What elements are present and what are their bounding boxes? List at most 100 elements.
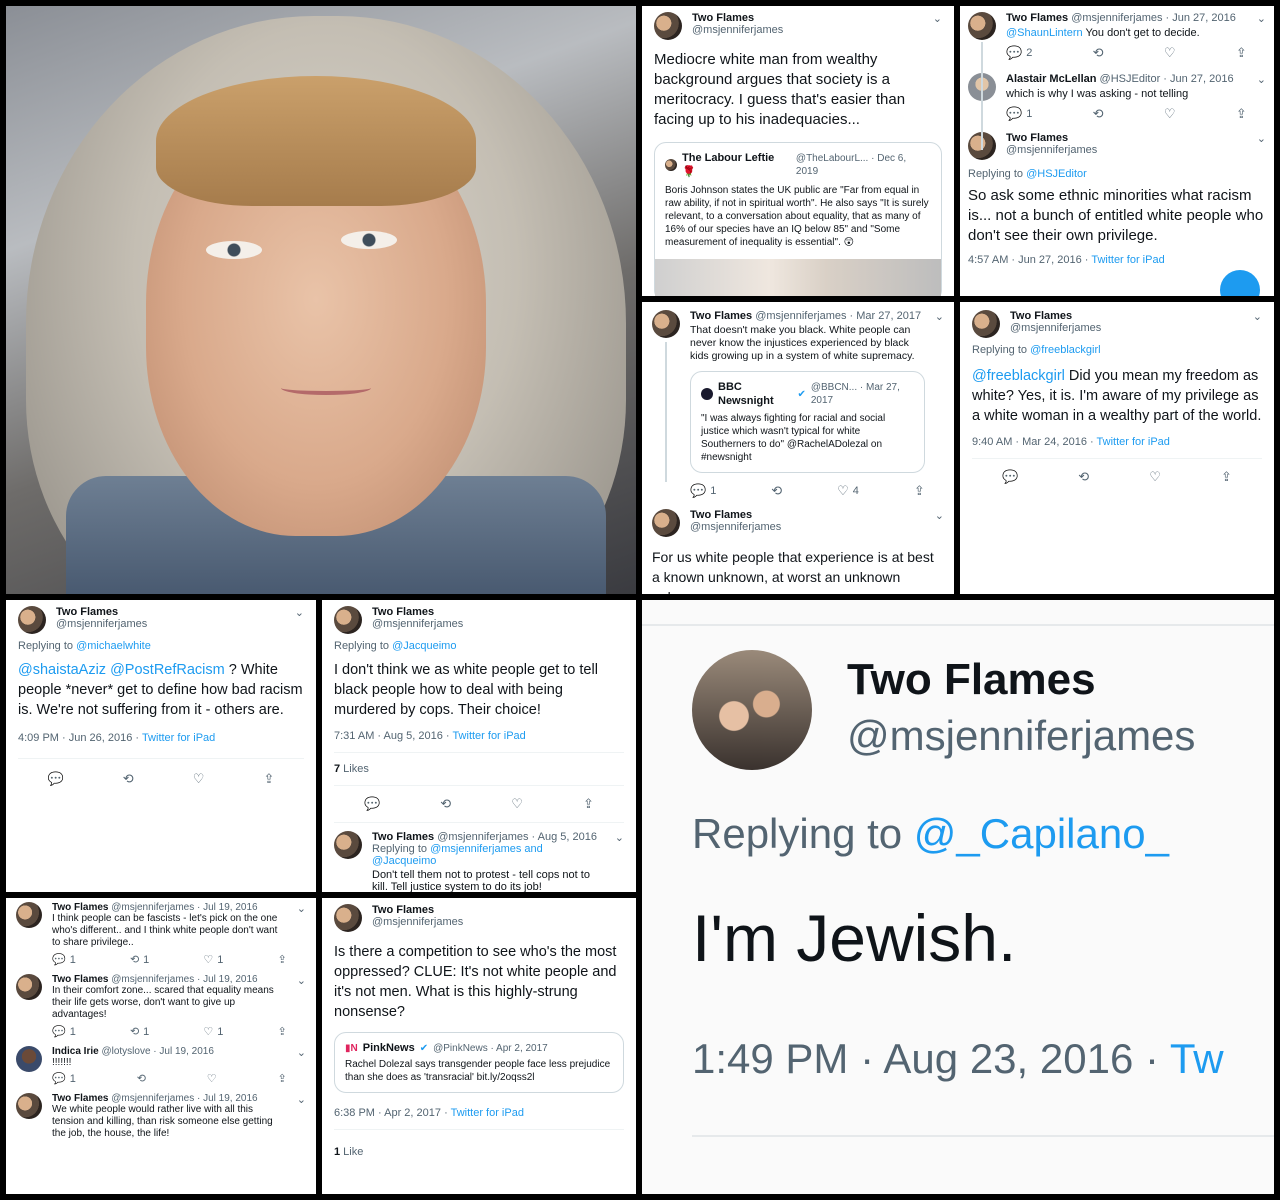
chevron-down-icon[interactable]: ⌄ — [295, 606, 304, 619]
retweet-icon[interactable]: ⟲ — [123, 771, 134, 787]
chevron-down-icon[interactable]: ⌄ — [933, 12, 942, 25]
retweet-icon[interactable]: ⟲ — [1093, 106, 1104, 122]
reply-icon[interactable]: 💬 1 — [52, 1025, 76, 1039]
handle[interactable]: @msjenniferjames — [847, 712, 1195, 760]
avatar[interactable] — [18, 606, 46, 634]
chevron-down-icon[interactable]: ⌄ — [1253, 310, 1262, 323]
like-icon[interactable]: ♡ — [1164, 45, 1176, 61]
likes-summary[interactable]: 7 Likes — [334, 763, 624, 775]
display-name[interactable]: Two Flames — [692, 12, 923, 24]
share-icon[interactable]: ⇪ — [264, 771, 275, 787]
like-icon[interactable]: ♡ — [1149, 469, 1161, 485]
chevron-down-icon[interactable]: ⌄ — [1257, 132, 1266, 145]
avatar[interactable] — [972, 310, 1000, 338]
tweet-source-link[interactable]: Twitter for iPad — [1091, 254, 1164, 266]
reply-icon[interactable]: 💬 2 — [1006, 45, 1032, 61]
like-icon[interactable]: ♡ — [511, 796, 523, 812]
avatar[interactable] — [654, 12, 682, 40]
retweet-icon[interactable]: ⟲ 1 — [130, 1025, 149, 1039]
chevron-down-icon[interactable]: ⌄ — [297, 902, 306, 915]
chevron-down-icon[interactable]: ⌄ — [935, 509, 944, 522]
chevron-down-icon[interactable]: ⌄ — [297, 974, 306, 987]
display-name[interactable]: Two Flames — [1006, 132, 1247, 144]
compose-fab-button[interactable] — [1220, 270, 1260, 296]
display-name[interactable]: Two Flames — [52, 974, 109, 985]
replying-to-link[interactable]: @michaelwhite — [76, 640, 151, 652]
avatar[interactable] — [16, 902, 42, 928]
avatar[interactable] — [652, 310, 680, 338]
mention-link[interactable]: @freeblackgirl — [972, 368, 1065, 384]
avatar[interactable] — [16, 974, 42, 1000]
reply-icon[interactable]: 💬 1 — [52, 1072, 76, 1086]
likes-summary[interactable]: 1 Like — [334, 1146, 624, 1158]
share-icon[interactable]: ⇪ — [278, 1025, 287, 1038]
handle[interactable]: @msjenniferjames — [1006, 144, 1247, 156]
handle[interactable]: @msjenniferjames — [372, 618, 624, 630]
like-icon[interactable]: ♡ — [207, 1072, 217, 1085]
avatar[interactable] — [16, 1046, 42, 1072]
avatar[interactable] — [16, 1093, 42, 1119]
like-icon[interactable]: ♡ 1 — [203, 953, 223, 967]
reply-icon[interactable]: 💬 1 — [690, 483, 716, 499]
display-name[interactable]: Two Flames — [52, 902, 109, 913]
handle[interactable]: @msjenniferjames — [692, 24, 923, 36]
like-icon[interactable]: ♡ — [1164, 106, 1176, 122]
like-icon[interactable]: ♡ — [193, 771, 205, 787]
reply-icon[interactable]: 💬 1 — [1006, 106, 1032, 122]
quoted-tweet[interactable]: ▮N PinkNews ✔ @PinkNews · Apr 2, 2017 Ra… — [334, 1032, 624, 1094]
replying-to-link[interactable]: @Jacqueimo — [392, 640, 456, 652]
replying-to-link[interactable]: @freeblackgirl — [1030, 344, 1100, 356]
retweet-icon[interactable]: ⟲ — [1093, 45, 1104, 61]
avatar[interactable] — [334, 831, 362, 859]
retweet-icon[interactable]: ⟲ — [440, 796, 451, 812]
share-icon[interactable]: ⇪ — [914, 483, 925, 499]
tweet-source-link[interactable]: Twitter for iPad — [1097, 436, 1170, 448]
chevron-down-icon[interactable]: ⌄ — [297, 1046, 306, 1059]
display-name[interactable]: Two Flames — [56, 606, 285, 618]
mention-link[interactable]: @ShaunLintern — [1006, 27, 1083, 39]
chevron-down-icon[interactable]: ⌄ — [1257, 12, 1266, 25]
display-name[interactable]: Two Flames — [372, 904, 624, 916]
quoted-tweet[interactable]: The Labour Leftie 🌹 @TheLabourL... · Dec… — [654, 142, 942, 296]
display-name[interactable]: Two Flames — [690, 509, 925, 521]
tweet-source-link[interactable]: Twitter for iPad — [452, 730, 525, 742]
display-name[interactable]: Indica Irie — [52, 1046, 99, 1057]
share-icon[interactable]: ⇪ — [1236, 45, 1247, 61]
reply-icon[interactable]: 💬 — [1002, 469, 1018, 485]
share-icon[interactable]: ⇪ — [278, 1072, 287, 1085]
avatar[interactable] — [968, 12, 996, 40]
handle[interactable]: @msjenniferjames — [690, 521, 925, 533]
reply-icon[interactable]: 💬 — [48, 771, 64, 787]
chevron-down-icon[interactable]: ⌄ — [1257, 73, 1266, 86]
quoted-tweet[interactable]: BBC Newsnight ✔ @BBCN... · Mar 27, 2017 … — [690, 371, 925, 473]
share-icon[interactable]: ⇪ — [278, 953, 287, 966]
reply-icon[interactable]: 💬 1 — [52, 953, 76, 967]
chevron-down-icon[interactable]: ⌄ — [297, 1093, 306, 1106]
chevron-down-icon[interactable]: ⌄ — [615, 831, 624, 844]
avatar[interactable] — [334, 606, 362, 634]
display-name[interactable]: Alastair McLellan — [1006, 73, 1096, 85]
tweet-source-link[interactable]: Twitter for iPad — [142, 732, 215, 744]
avatar[interactable] — [652, 508, 680, 537]
display-name[interactable]: Two Flames — [372, 831, 434, 843]
retweet-icon[interactable]: ⟲ — [1078, 469, 1089, 485]
handle[interactable]: @msjenniferjames — [1010, 322, 1243, 334]
chevron-down-icon[interactable]: ⌄ — [935, 310, 944, 323]
replying-to-link[interactable]: @_Capilano_ — [914, 810, 1169, 857]
share-icon[interactable]: ⇪ — [1236, 106, 1247, 122]
handle[interactable]: @msjenniferjames — [372, 916, 624, 928]
handle[interactable]: @msjenniferjames — [56, 618, 285, 630]
display-name[interactable]: Two Flames — [52, 1093, 109, 1104]
mention-link[interactable]: @shaistaAziz @PostRefRacism — [18, 662, 225, 678]
share-icon[interactable]: ⇪ — [583, 796, 594, 812]
retweet-icon[interactable]: ⟲ 1 — [130, 953, 149, 967]
tweet-source-link[interactable]: Tw — [1170, 1035, 1224, 1082]
like-icon[interactable]: ♡ 4 — [837, 483, 859, 499]
retweet-icon[interactable]: ⟲ — [771, 483, 782, 499]
display-name[interactable]: Two Flames — [372, 606, 624, 618]
replying-to-link[interactable]: @HSJEditor — [1026, 168, 1087, 180]
reply-icon[interactable]: 💬 — [364, 796, 380, 812]
avatar-couple-photo[interactable] — [692, 650, 812, 770]
display-name[interactable]: Two Flames — [847, 655, 1096, 705]
share-icon[interactable]: ⇪ — [1221, 469, 1232, 485]
